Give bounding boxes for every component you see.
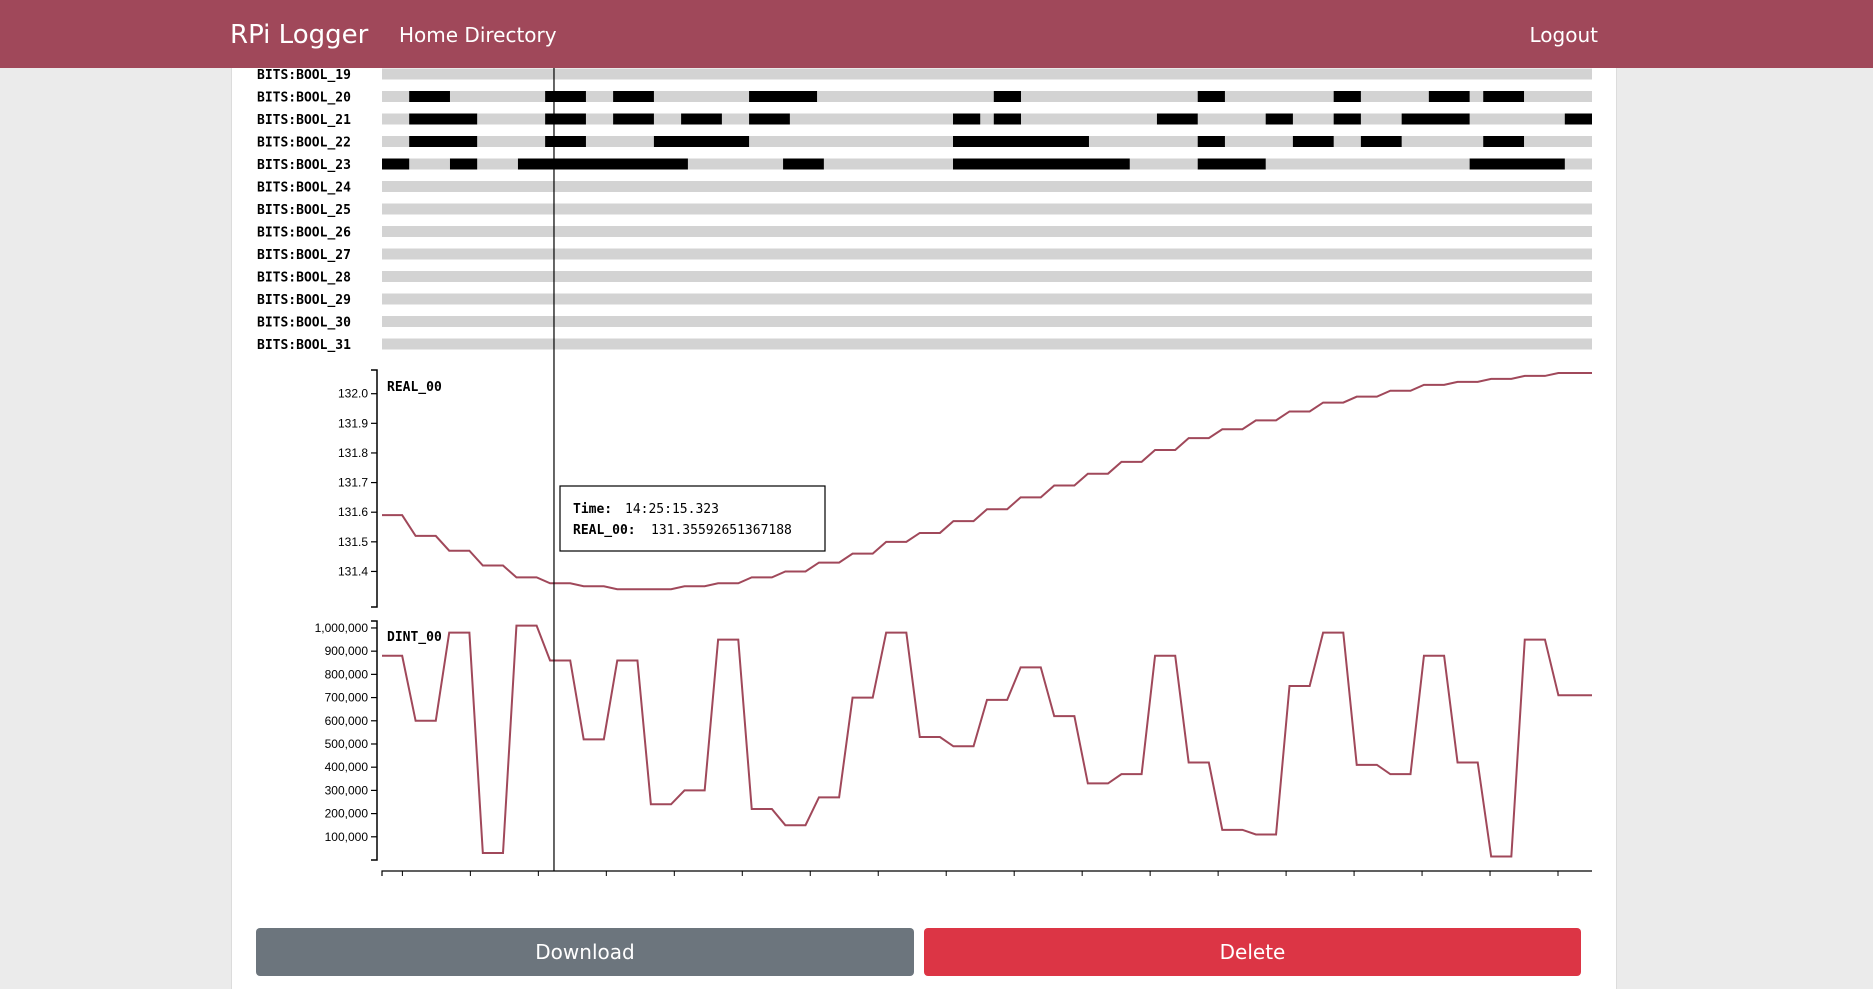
bit-track-label: BITS:BOOL_25 [257, 203, 351, 218]
y-tick-label: 200,000 [325, 807, 369, 821]
bit-track-label: BITS:BOOL_29 [257, 293, 351, 308]
bit-on-segment [382, 158, 410, 170]
y-tick-label: 900,000 [325, 644, 369, 658]
y-tick-label: 100,000 [325, 830, 369, 844]
bit-track-label: BITS:BOOL_26 [257, 226, 351, 241]
y-tick-label: 800,000 [325, 667, 369, 681]
tooltip-time-value: 14:25:15.323 [625, 502, 719, 517]
bit-track-label: BITS:BOOL_28 [257, 271, 351, 286]
bit-on-segment [993, 91, 1021, 102]
bit-on-segment [653, 136, 750, 147]
bit-track-bar [382, 338, 1592, 350]
bit-on-segment [993, 113, 1021, 125]
tooltip-box [559, 485, 826, 552]
y-tick-label: 131.9 [338, 416, 368, 430]
bit-on-segment [1292, 136, 1334, 147]
bit-on-segment [1483, 136, 1525, 147]
logger-card: BITS:BOOL_19 BITS:BOOL_20 BITS:BOOL_21 BITS… [231, 68, 1617, 989]
series-line [382, 371, 1592, 591]
download-button[interactable]: Download [256, 928, 914, 976]
bit-on-segment [1197, 158, 1266, 170]
bit-on-segment [409, 113, 478, 125]
bit-on-segment [749, 113, 790, 125]
bit-track-label: BITS:BOOL_19 [257, 68, 351, 83]
bit-track-label: BITS:BOOL_31 [257, 338, 351, 353]
series-label: DINT_00 [387, 630, 442, 645]
bit-track-bar [382, 226, 1592, 237]
bit-on-segment [1360, 136, 1402, 147]
bit-on-segment [613, 91, 654, 102]
bit-on-segment [545, 136, 586, 147]
y-tick-label: 1,000,000 [315, 621, 369, 635]
bit-on-segment [409, 136, 478, 147]
bit-on-segment [749, 91, 818, 102]
bit-track-label: BITS:BOOL_21 [257, 113, 351, 128]
series-label: REAL_00 [387, 380, 442, 395]
bit-on-segment [1428, 91, 1470, 102]
tooltip-value-value: 131.35592651367188 [651, 523, 792, 538]
bit-on-segment [1401, 113, 1470, 125]
bit-on-segment [1197, 136, 1225, 147]
y-tick-label: 500,000 [325, 737, 369, 751]
bit-on-segment [1333, 91, 1361, 102]
bit-on-segment [783, 158, 824, 170]
y-tick-label: 600,000 [325, 714, 369, 728]
bit-track-label: BITS:BOOL_20 [257, 91, 351, 106]
logger-chart[interactable]: BITS:BOOL_19 BITS:BOOL_20 BITS:BOOL_21 BITS… [232, 68, 1616, 876]
bit-track-label: BITS:BOOL_24 [257, 181, 351, 196]
top-navbar: RPi Logger Home Directory Logout [0, 0, 1873, 68]
bit-track-bar [382, 271, 1592, 282]
bit-on-segment [1333, 113, 1361, 125]
y-tick-label: 400,000 [325, 760, 369, 774]
bit-on-segment [681, 113, 722, 125]
bit-on-segment [409, 91, 450, 102]
brand-logo[interactable]: RPi Logger [230, 20, 368, 50]
bit-track-label: BITS:BOOL_23 [257, 158, 351, 173]
series-line [382, 624, 1592, 858]
bit-track-label: BITS:BOOL_30 [257, 316, 351, 331]
bit-on-segment [1469, 158, 1565, 170]
y-tick-label: 700,000 [325, 691, 369, 705]
bit-on-segment [1265, 113, 1293, 125]
bit-track-bar [382, 248, 1592, 260]
delete-button[interactable]: Delete [924, 928, 1581, 976]
y-tick-label: 131.6 [338, 505, 368, 519]
bit-track-bar [382, 316, 1592, 327]
home-directory-link[interactable]: Home Directory [399, 23, 557, 47]
bit-track-bar [382, 68, 1592, 80]
bit-on-segment [1564, 113, 1592, 125]
bit-on-segment [953, 113, 981, 125]
bit-track-label: BITS:BOOL_22 [257, 136, 351, 151]
bit-on-segment [1483, 91, 1525, 102]
bit-track-bar [382, 203, 1592, 215]
bit-track-bar [382, 181, 1592, 192]
bit-track-bar [382, 293, 1592, 305]
logout-link[interactable]: Logout [1530, 23, 1598, 47]
tooltip-value-label: REAL_00: [573, 523, 636, 538]
y-tick-label: 131.8 [338, 446, 368, 460]
tooltip-time-label: Time: [573, 502, 612, 517]
y-tick-label: 131.7 [338, 476, 368, 490]
x-axis [381, 870, 1592, 876]
y-tick-label: 300,000 [325, 783, 369, 797]
bit-on-segment [1197, 91, 1225, 102]
bit-on-segment [613, 113, 654, 125]
y-tick-label: 131.4 [338, 564, 368, 578]
y-tick-label: 132.0 [338, 387, 368, 401]
bit-on-segment [545, 91, 586, 102]
bit-on-segment [1156, 113, 1198, 125]
bit-on-segment [953, 158, 1130, 170]
bit-on-segment [953, 136, 1089, 147]
bit-track-label: BITS:BOOL_27 [257, 248, 351, 263]
bit-on-segment [545, 113, 586, 125]
bit-on-segment [449, 158, 478, 170]
y-tick-label: 131.5 [338, 535, 368, 549]
y-axis [371, 620, 378, 861]
bit-on-segment [517, 158, 688, 170]
